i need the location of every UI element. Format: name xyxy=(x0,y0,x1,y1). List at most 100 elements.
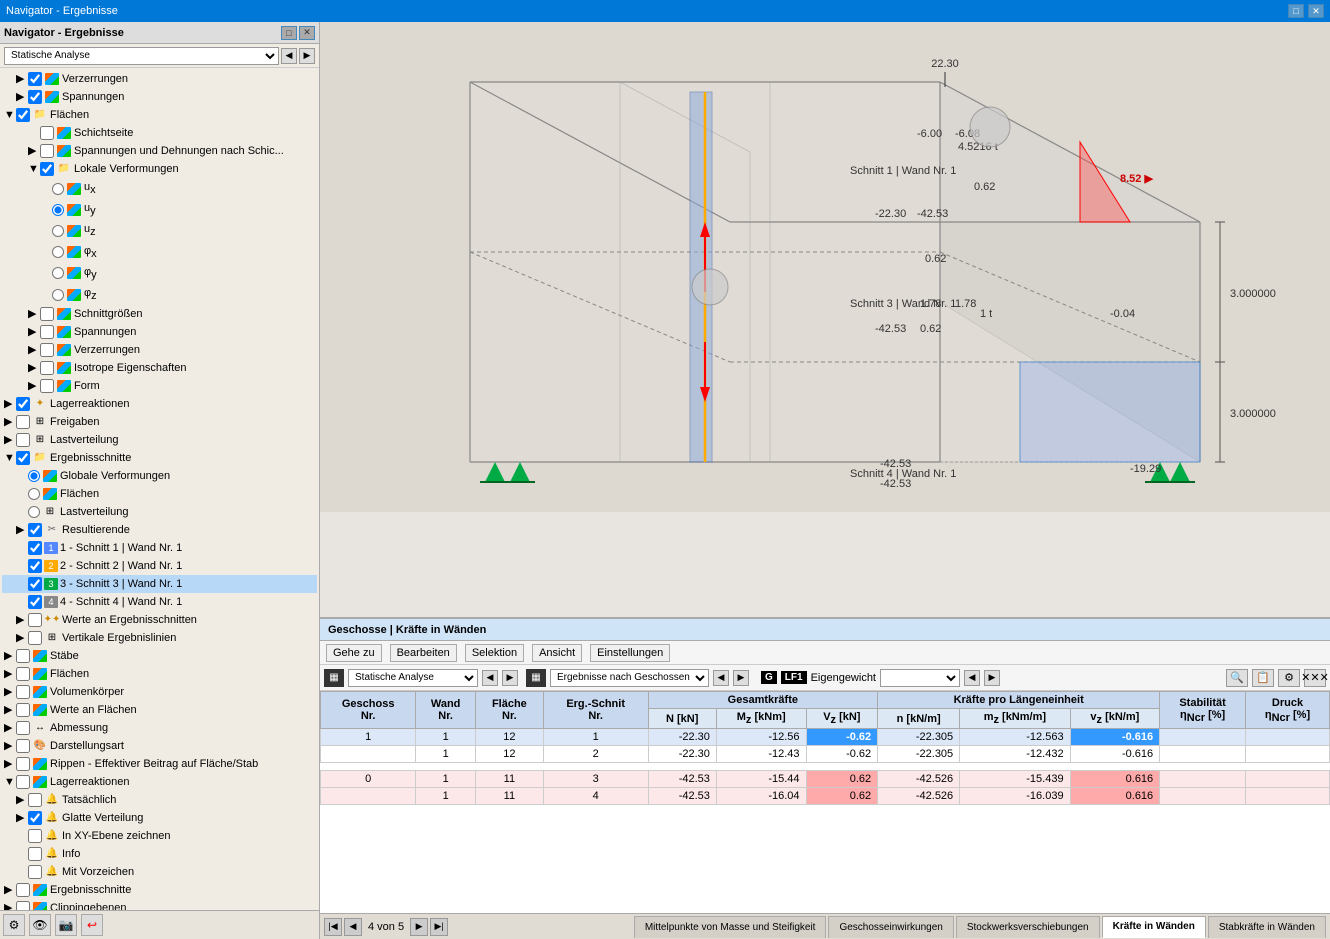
check-spannungen-dehn[interactable] xyxy=(40,144,54,158)
status-next-btn[interactable]: ▶ xyxy=(410,918,428,936)
arrow-resultierende[interactable]: ▶ xyxy=(16,522,28,538)
tree-item-clippingebenen[interactable]: ▶ Clippingebenen xyxy=(2,899,317,910)
tree-item-lagerreaktionen[interactable]: ▶ ✦ Lagerreaktionen xyxy=(2,395,317,413)
toolbar-ansicht[interactable]: Ansicht xyxy=(532,644,582,662)
filter-icon-btn2[interactable]: 📋 xyxy=(1252,669,1274,687)
check-schnittgrossen[interactable] xyxy=(40,307,54,321)
arrow-spannungen[interactable]: ▶ xyxy=(16,89,28,105)
arrow-darstellungsart[interactable]: ▶ xyxy=(4,738,16,754)
check-lastverteilung[interactable] xyxy=(16,433,30,447)
arrow-verzerrungen[interactable]: ▶ xyxy=(16,71,28,87)
lf-select[interactable] xyxy=(880,669,960,687)
3d-viewport[interactable]: 3.000000 3.000000 22.30 -6.00 -6.08 4.52… xyxy=(320,22,1330,619)
radio-ux[interactable] xyxy=(52,183,64,195)
tree-item-verzerrungen-fl[interactable]: ▶ Verzerrungen xyxy=(2,341,317,359)
tree-item-resultierende[interactable]: ▶ ✂ Resultierende xyxy=(2,521,317,539)
tree-item-stabe[interactable]: ▶ Stäbe xyxy=(2,647,317,665)
tab-krafte-in-wanden[interactable]: Kräfte in Wänden xyxy=(1102,916,1206,938)
tree-item-uy[interactable]: uy xyxy=(2,199,317,220)
tree-item-lokale-verf[interactable]: ▼ 📁 Lokale Verformungen xyxy=(2,160,317,178)
arrow-stabe[interactable]: ▶ xyxy=(4,648,16,664)
arrow-verzerrungen-fl[interactable]: ▶ xyxy=(28,342,40,358)
toolbar-einstellungen[interactable]: Einstellungen xyxy=(590,644,670,662)
status-last-btn[interactable]: ▶| xyxy=(430,918,448,936)
arrow-rippen[interactable]: ▶ xyxy=(4,756,16,772)
check-rippen[interactable] xyxy=(16,757,30,771)
panel-close-button[interactable]: ✕ xyxy=(299,26,315,40)
tree-item-volum[interactable]: ▶ Volumenkörper xyxy=(2,683,317,701)
check-tatsachlich[interactable] xyxy=(28,793,42,807)
check-form[interactable] xyxy=(40,379,54,393)
radio-phiz[interactable] xyxy=(52,289,64,301)
arrow-spannungen-dehn[interactable]: ▶ xyxy=(28,143,40,159)
tree-item-lastverteilung[interactable]: ▶ ⊞ Lastverteilung xyxy=(2,431,317,449)
arrow-vertikale[interactable]: ▶ xyxy=(16,630,28,646)
check-spannungen-fl[interactable] xyxy=(40,325,54,339)
tree-item-mit-vorzeichen[interactable]: 🔔 Mit Vorzeichen xyxy=(2,863,317,881)
radio-phix[interactable] xyxy=(52,246,64,258)
tree-item-darstellungsart[interactable]: ▶ 🎨 Darstellungsart xyxy=(2,737,317,755)
tree-item-flachen3[interactable]: ▶ Flächen xyxy=(2,665,317,683)
check-flachen[interactable] xyxy=(16,108,30,122)
tree-item-lagerreaktionen2[interactable]: ▼ Lagerreaktionen xyxy=(2,773,317,791)
check-resultierende[interactable] xyxy=(28,523,42,537)
tree-item-schnitt4[interactable]: 4 4 - Schnitt 4 | Wand Nr. 1 xyxy=(2,593,317,611)
arrow-lokale-verf[interactable]: ▼ xyxy=(28,161,40,177)
tree-item-schichtseite[interactable]: Schichtseite xyxy=(2,124,317,142)
check-schichtseite[interactable] xyxy=(40,126,54,140)
toolbar-bearbeiten[interactable]: Bearbeiten xyxy=(390,644,457,662)
bottom-btn-eye[interactable]: 👁 xyxy=(29,914,51,936)
bottom-btn-settings[interactable]: ⚙ xyxy=(3,914,25,936)
arrow-tatsachlich[interactable]: ▶ xyxy=(16,792,28,808)
check-ergebnisschnitte2[interactable] xyxy=(16,883,30,897)
nav-next-button[interactable]: ▶ xyxy=(299,48,315,64)
status-first-btn[interactable]: |◀ xyxy=(324,918,342,936)
tree-item-vertikale[interactable]: ▶ ⊞ Vertikale Ergebnislinien xyxy=(2,629,317,647)
check-lagerreaktionen2[interactable] xyxy=(16,775,30,789)
tree-item-freigaben[interactable]: ▶ ⊞ Freigaben xyxy=(2,413,317,431)
filter-icon-btn1[interactable]: 🔍 xyxy=(1226,669,1248,687)
tree-item-isotrope[interactable]: ▶ Isotrope Eigenschaften xyxy=(2,359,317,377)
radio-lastverteilung[interactable] xyxy=(28,506,40,518)
minimize-button[interactable]: □ xyxy=(1288,4,1304,18)
check-darstellungsart[interactable] xyxy=(16,739,30,753)
tab-stabkrafte[interactable]: Stabkräfte in Wänden xyxy=(1208,916,1326,938)
bottom-btn-back[interactable]: ↩ xyxy=(81,914,103,936)
check-in-xy[interactable] xyxy=(28,829,42,843)
check-freigaben[interactable] xyxy=(16,415,30,429)
check-volum[interactable] xyxy=(16,685,30,699)
tree-item-spannungen-fl[interactable]: ▶ Spannungen xyxy=(2,323,317,341)
check-spannungen[interactable] xyxy=(28,90,42,104)
tree-item-schnitt2[interactable]: 2 2 - Schnitt 2 | Wand Nr. 1 xyxy=(2,557,317,575)
tree-item-phiy[interactable]: φy xyxy=(2,263,317,284)
radio-flachen[interactable] xyxy=(28,488,40,500)
tree-item-verzerrungen[interactable]: ▶ Verzerrungen xyxy=(2,70,317,88)
filter-icon-btn3[interactable]: ⚙ xyxy=(1278,669,1300,687)
check-schnitt4[interactable] xyxy=(28,595,42,609)
arrow-form[interactable]: ▶ xyxy=(28,378,40,394)
check-ergebnisschnitte[interactable] xyxy=(16,451,30,465)
arrow-werte-flachen[interactable]: ▶ xyxy=(4,702,16,718)
lf-prev[interactable]: ◀ xyxy=(964,670,980,686)
tree-item-ux[interactable]: ux xyxy=(2,178,317,199)
check-isotrope[interactable] xyxy=(40,361,54,375)
check-verzerrungen[interactable] xyxy=(28,72,42,86)
filter2-next[interactable]: ▶ xyxy=(733,670,749,686)
tree-item-abmessung[interactable]: ▶ ↔ Abmessung xyxy=(2,719,317,737)
tree-item-schnittgrossen[interactable]: ▶ Schnittgrößen xyxy=(2,305,317,323)
check-werte-an[interactable] xyxy=(28,613,42,627)
arrow-clippingebenen[interactable]: ▶ xyxy=(4,900,16,910)
tree-item-phiz[interactable]: φz xyxy=(2,284,317,305)
toolbar-selektion[interactable]: Selektion xyxy=(465,644,524,662)
toolbar-gehe-zu[interactable]: Gehe zu xyxy=(326,644,382,662)
radio-phiy[interactable] xyxy=(52,267,64,279)
radio-uy[interactable] xyxy=(52,204,64,216)
tree-item-ergebnisschnitte2[interactable]: ▶ Ergebnisschnitte xyxy=(2,881,317,899)
tree-item-werte-an[interactable]: ▶ ✦✦ Werte an Ergebnisschnitten xyxy=(2,611,317,629)
arrow-lastverteilung[interactable]: ▶ xyxy=(4,432,16,448)
check-stabe[interactable] xyxy=(16,649,30,663)
tree-item-flachen[interactable]: ▼ 📁 Flächen xyxy=(2,106,317,124)
filter-icon-btn4[interactable]: ✕✕✕ xyxy=(1304,669,1326,687)
tab-mittelpunkte[interactable]: Mittelpunkte von Masse und Steifigkeit xyxy=(634,916,827,938)
arrow-isotrope[interactable]: ▶ xyxy=(28,360,40,376)
